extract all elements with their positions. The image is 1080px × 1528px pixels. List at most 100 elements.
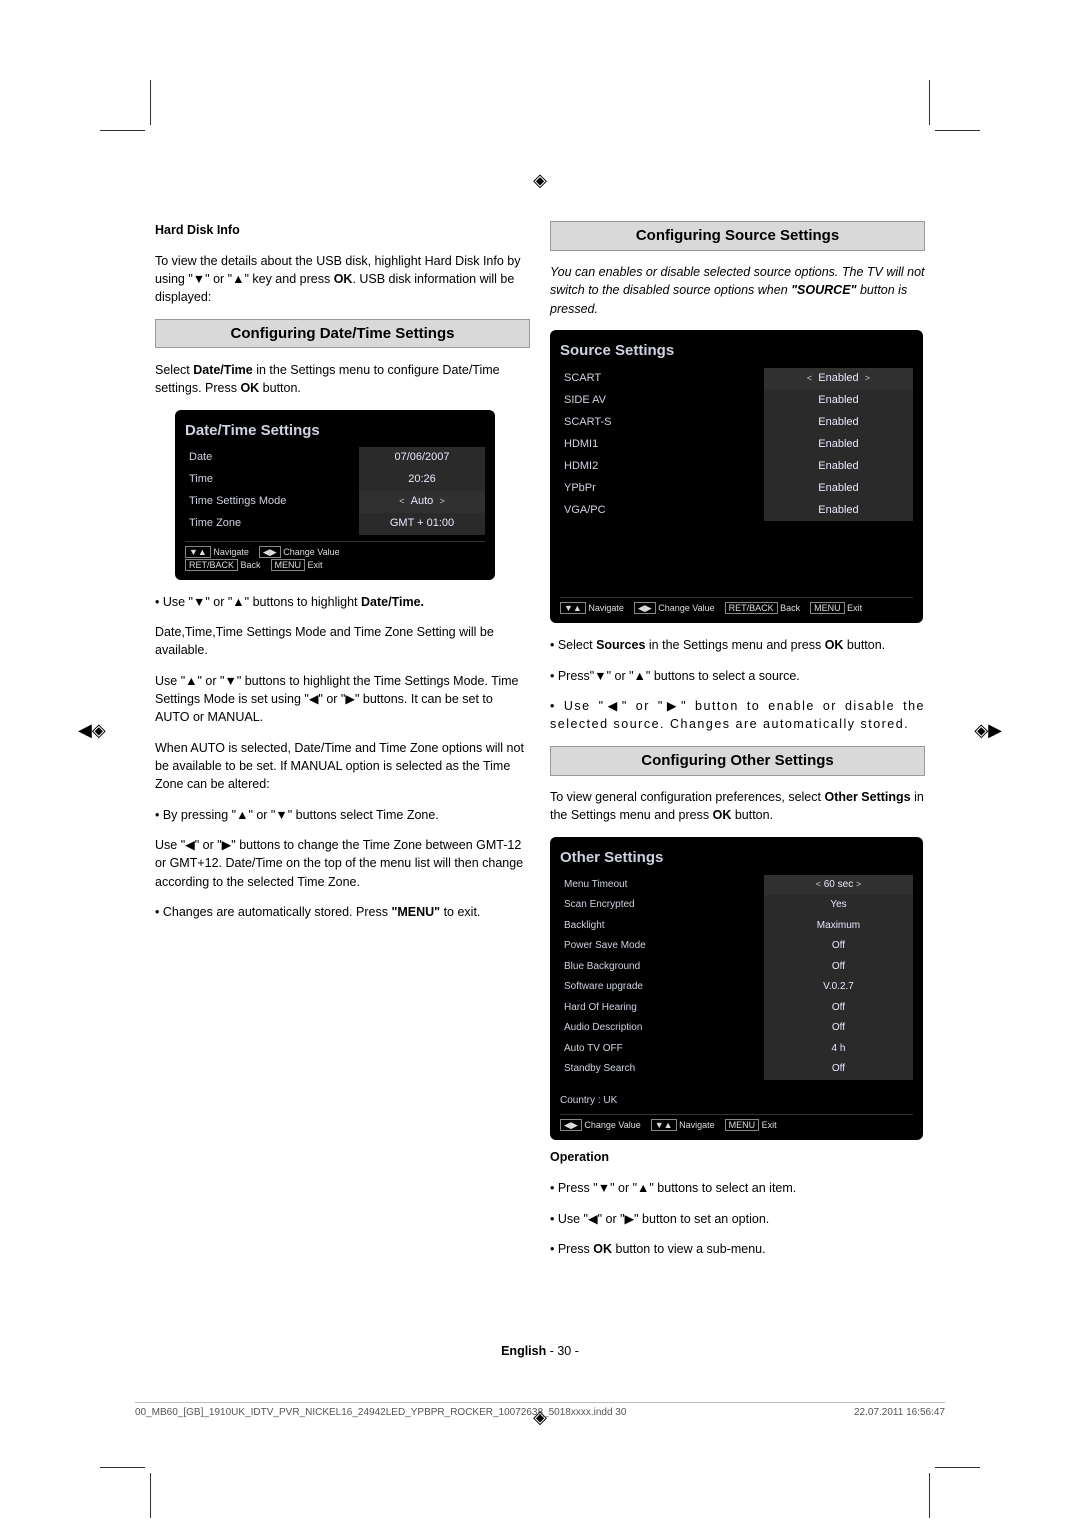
- text: Select: [155, 363, 193, 377]
- hard-disk-heading: Hard Disk Info: [155, 221, 530, 239]
- row-label: Audio Description: [560, 1018, 764, 1039]
- crop-mark: [935, 1467, 980, 1468]
- row-value: V.0.2.7: [764, 977, 912, 998]
- row-label: Time Settings Mode: [185, 491, 359, 513]
- menu-label: Exit: [845, 603, 863, 613]
- ok-label: OK: [334, 272, 353, 286]
- left-column: Hard Disk Info To view the details about…: [155, 215, 530, 1345]
- table-row: Auto TV OFF4 h: [560, 1039, 913, 1060]
- row-label: Menu Timeout: [560, 875, 764, 896]
- footer-pagenum: - 30 -: [546, 1344, 579, 1358]
- table-row: Software upgradeV.0.2.7: [560, 977, 913, 998]
- back-label: Back: [778, 603, 801, 613]
- imprint-date: 22.07.2011 16:56:47: [854, 1407, 945, 1418]
- bullet: • By pressing "▲" or "▼" buttons select …: [155, 806, 530, 824]
- row-value: Enabled: [764, 390, 912, 412]
- menu-box: MENU: [810, 602, 845, 614]
- row-value: Off: [764, 998, 912, 1019]
- table-row: HDMI2Enabled: [560, 456, 913, 478]
- row-value: 4 h: [764, 1039, 912, 1060]
- row-value: Off: [764, 957, 912, 978]
- datetime-table: Date07/06/2007 Time20:26 Time Settings M…: [185, 447, 485, 535]
- row-value: Maximum: [764, 916, 912, 937]
- nav-icon: ◀▶: [634, 602, 656, 614]
- row-label: Backlight: [560, 916, 764, 937]
- table-row: SCART-SEnabled: [560, 412, 913, 434]
- text-bold: OK: [713, 808, 732, 822]
- imprint-file: 00_MB60_[GB]_1910UK_IDTV_PVR_NICKEL16_24…: [135, 1407, 626, 1418]
- row-label: SCART: [560, 368, 764, 390]
- text-bold: "SOURCE": [791, 283, 856, 297]
- crop-mark: [100, 1467, 145, 1468]
- text-bold: OK: [825, 638, 844, 652]
- other-section-heading: Configuring Other Settings: [550, 746, 925, 776]
- bullet: • Changes are automatically stored. Pres…: [155, 903, 530, 921]
- nav-icon: ▼▲: [560, 602, 586, 614]
- table-row: SIDE AVEnabled: [560, 390, 913, 412]
- row-label: YPbPr: [560, 478, 764, 500]
- paragraph: Use "◀" or "▶" buttons to change the Tim…: [155, 836, 530, 890]
- table-row: VGA/PCEnabled: [560, 500, 913, 522]
- row-label: Hard Of Hearing: [560, 998, 764, 1019]
- row-value-selected: < Enabled >: [764, 368, 912, 390]
- operation-heading: Operation: [550, 1148, 925, 1166]
- page-footer: English - 30 -: [0, 1344, 1080, 1358]
- osd-footbar: ▼▲ Navigate ◀▶ Change Value RET/BACK Bac…: [560, 597, 913, 615]
- row-label: SCART-S: [560, 412, 764, 434]
- nav-label: Change Value: [582, 1120, 641, 1130]
- other-intro: To view general configuration preference…: [550, 788, 925, 824]
- datetime-section-heading: Configuring Date/Time Settings: [155, 319, 530, 349]
- row-value: Off: [764, 1018, 912, 1039]
- osd-title: Other Settings: [560, 847, 913, 869]
- bullet: • Select Sources in the Settings menu an…: [550, 636, 925, 654]
- crop-mark: [150, 1473, 151, 1518]
- row-value: Enabled: [764, 500, 912, 522]
- row-label: Scan Encrypted: [560, 895, 764, 916]
- row-value: Yes: [764, 895, 912, 916]
- table-row: Blue BackgroundOff: [560, 957, 913, 978]
- footer-language: English: [501, 1344, 546, 1358]
- osd-footbar: RET/BACK Back MENU Exit: [185, 559, 485, 572]
- nav-label: Change Value: [656, 603, 715, 613]
- datetime-osd: Date/Time Settings Date07/06/2007 Time20…: [175, 410, 495, 581]
- row-value-selected: < Auto >: [359, 491, 485, 513]
- bullet: • Press"▼" or "▲" buttons to select a so…: [550, 667, 925, 685]
- source-intro: You can enables or disable selected sour…: [550, 263, 925, 317]
- crop-mark: [929, 80, 930, 125]
- registration-mark-top: ◈: [533, 170, 547, 191]
- hard-disk-body: To view the details about the USB disk, …: [155, 252, 530, 306]
- row-label: Blue Background: [560, 957, 764, 978]
- crop-mark: [150, 80, 151, 125]
- row-value: 20:26: [359, 469, 485, 491]
- registration-mark-right: ◈▶: [974, 720, 1002, 741]
- bullet: • Use "◀" or "▶" button to enable or dis…: [550, 697, 925, 733]
- text: button.: [259, 381, 301, 395]
- text-bold: Other Settings: [824, 790, 910, 804]
- bullet: • Press OK button to view a sub-menu.: [550, 1240, 925, 1258]
- registration-mark-left: ◀◈: [78, 720, 106, 741]
- osd-title: Date/Time Settings: [185, 420, 485, 442]
- back-box: RET/BACK: [725, 602, 778, 614]
- datetime-intro: Select Date/Time in the Settings menu to…: [155, 361, 530, 397]
- table-row: Time Settings Mode< Auto >: [185, 491, 485, 513]
- nav-label: Navigate: [586, 603, 624, 613]
- nav-label: Navigate: [677, 1120, 715, 1130]
- other-table: Menu Timeout< 60 sec > Scan EncryptedYes…: [560, 875, 913, 1080]
- crop-mark: [929, 1473, 930, 1518]
- row-value: Off: [764, 936, 912, 957]
- menu-label: Exit: [305, 560, 323, 570]
- bullet: • Press "▼" or "▲" buttons to select an …: [550, 1179, 925, 1197]
- row-label: HDMI2: [560, 456, 764, 478]
- row-value: Enabled: [764, 412, 912, 434]
- menu-box: MENU: [271, 559, 306, 571]
- osd-footbar: ◀▶ Change Value ▼▲ Navigate MENU Exit: [560, 1114, 913, 1132]
- nav-label: Navigate: [211, 547, 249, 557]
- page-root: ◈ ◀◈ ◈▶ ◈ Hard Disk Info To view the det…: [0, 0, 1080, 1528]
- nav-icon: ◀▶: [259, 546, 281, 558]
- paragraph: Date,Time,Time Settings Mode and Time Zo…: [155, 623, 530, 659]
- crop-mark: [935, 130, 980, 131]
- osd-title: Source Settings: [560, 340, 913, 362]
- crop-mark: [100, 130, 145, 131]
- table-row: Scan EncryptedYes: [560, 895, 913, 916]
- row-value: Enabled: [764, 434, 912, 456]
